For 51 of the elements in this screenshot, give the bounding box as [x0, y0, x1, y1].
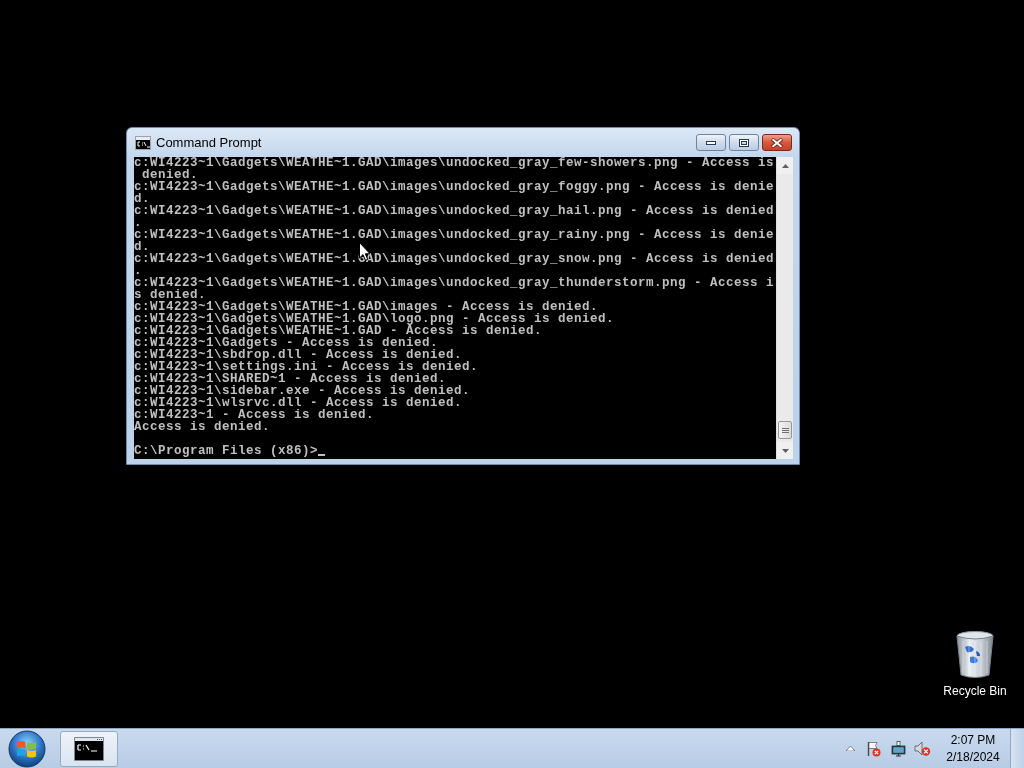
text-cursor-icon [318, 454, 326, 456]
console-line: c:WI4223~1\SHARED~1 - Access is denied. [134, 373, 447, 385]
console-line: c:WI4223~1\Gadgets\WEATHE~1.GAD\images\undocked_gray_snow.png - Access is denied [134, 253, 775, 265]
desktop-icon-label[interactable]: Recycle Bin [943, 684, 1007, 698]
clock-time[interactable]: 2:07 PM [950, 733, 996, 747]
console-line: . [134, 217, 142, 229]
taskbar-button[interactable] [60, 730, 118, 767]
console-line: c:WI4223~1 - Access is denied. [134, 409, 375, 421]
clock-date[interactable]: 2/18/2024 [946, 750, 1000, 764]
console-line: c:WI4223~1\sbdrop.dll - Access is denied. [134, 349, 463, 361]
maximize-icon [739, 138, 749, 147]
maximize-button[interactable] [729, 134, 759, 151]
console-line: c:WI4223~1\Gadgets\WEATHE~1.GAD\images\undocked_gray_few-showers.png - Access is [134, 157, 775, 169]
close-button[interactable] [762, 134, 792, 151]
console-line: c:WI4223~1\Gadgets\WEATHE~1.GAD\images\undocked_gray_foggy.png - Access is denie [134, 181, 775, 193]
command-prompt: C:\Program Files (x86)> [134, 445, 319, 457]
console-line: c:WI4223~1\settings.ini - Access is denied. [134, 361, 479, 373]
console-line: c:WI4223~1\Gadgets\WEATHE~1.GAD\logo.png - Access is denied. [134, 313, 615, 325]
console-icon [135, 135, 151, 150]
windows-orb-icon [8, 729, 46, 768]
console-line: . [134, 265, 142, 277]
minimize-icon [706, 140, 716, 145]
console-icon [74, 736, 104, 761]
close-icon [771, 137, 783, 148]
console-line: d. [134, 241, 150, 253]
network-icon[interactable] [891, 740, 906, 757]
caret-up-icon [781, 163, 789, 168]
console-line: c:WI4223~1\Gadgets\WEATHE~1.GAD\images\undocked_gray_rainy.png - Access is denie [134, 229, 775, 241]
console-line: c:WI4223~1\Gadgets\WEATHE~1.GAD\images\undocked_gray_thunderstorm.png - Access i [134, 277, 775, 289]
console-line: c:WI4223~1\Gadgets\WEATHE~1.GAD - Access is denied. [134, 325, 543, 337]
speaker-icon[interactable] [914, 740, 931, 757]
console-line: Access is denied. [134, 421, 271, 433]
window-title: Command Prompt [156, 135, 262, 150]
flag-icon[interactable] [867, 740, 881, 757]
console-line: s denied. [134, 289, 206, 301]
console-line: c:WI4223~1\Gadgets - Access is denied. [134, 337, 439, 349]
scroll-up-button[interactable] [777, 157, 793, 174]
recycle-bin-icon[interactable] [956, 631, 994, 679]
caret-down-icon [781, 448, 789, 453]
caret-up-icon[interactable] [846, 746, 855, 751]
console-line: c:WI4223~1\Gadgets\WEATHE~1.GAD\images\undocked_gray_hail.png - Access is denied [134, 205, 775, 217]
grip-icon [781, 427, 789, 433]
console-line: c:WI4223~1\wlsrvc.dll - Access is denied. [134, 397, 463, 409]
console-line: c:WI4223~1\sidebar.exe - Access is denied. [134, 385, 471, 397]
minimize-button[interactable] [696, 134, 726, 151]
console-line: d. [134, 193, 150, 205]
scroll-down-button[interactable] [777, 442, 793, 459]
console-line: denied. [142, 169, 198, 181]
console-line: c:WI4223~1\Gadgets\WEATHE~1.GAD\images - Access is denied. [134, 301, 599, 313]
scrollbar-thumb[interactable] [778, 421, 792, 439]
start-button[interactable] [8, 729, 46, 768]
